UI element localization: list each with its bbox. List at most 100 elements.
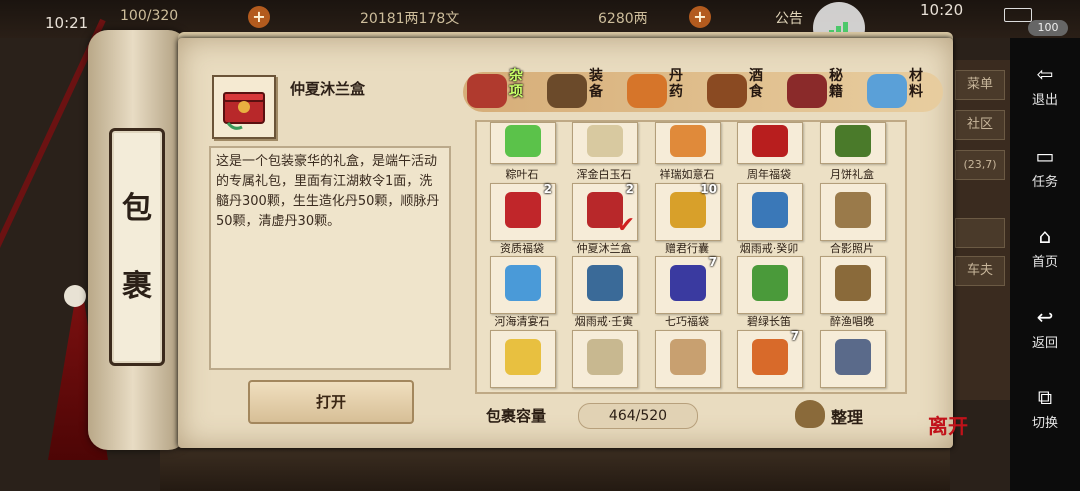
inventory-slot[interactable] <box>820 183 886 241</box>
white-jade-icon <box>587 125 623 157</box>
nav-tasks-label: 任务 <box>1031 175 1058 190</box>
inventory-slot[interactable] <box>655 330 721 388</box>
scroll-paper-icon <box>670 339 706 375</box>
stamina-plus-button[interactable]: + <box>248 6 270 28</box>
nav-exit[interactable]: ⇦ 退出 <box>1010 63 1080 108</box>
item-name-label: 浑金白玉石 <box>576 168 632 181</box>
nav-back[interactable]: ↩ 返回 <box>1010 306 1080 351</box>
back-icon: ↩ <box>1036 305 1054 329</box>
category-tab-4[interactable]: 酒食 <box>703 66 781 116</box>
inventory-slot[interactable] <box>820 122 886 164</box>
gold-coin-icon <box>505 339 541 375</box>
item-name-label: 碧绿长笛 <box>747 315 791 328</box>
inventory-slot[interactable] <box>820 330 886 388</box>
gold-plus-button[interactable]: + <box>689 6 711 28</box>
inventory-slot[interactable]: 2 ✔ <box>572 182 638 241</box>
equipment-weapon-icon <box>547 74 587 108</box>
wine-food-icon <box>707 74 747 108</box>
nav-home[interactable]: ⌂ 首页 <box>1010 225 1080 270</box>
money-value: 20181两178文 <box>360 11 460 27</box>
item-description: 这是一个包装豪华的礼盒，是端午活动的专属礼包，里面有江湖敕令1面，洗髓丹300颗… <box>216 154 440 229</box>
nav-exit-label: 退出 <box>1031 93 1058 108</box>
money-bag-icon <box>795 400 825 428</box>
item-name-label: 月饼礼盒 <box>830 168 874 181</box>
selected-item-name: 仲夏沐兰盒 <box>290 80 366 98</box>
orb-potion-icon <box>752 339 788 375</box>
gold-value: 6280两 <box>598 11 648 27</box>
category-tab-label: 材料 <box>909 68 923 100</box>
selected-check-icon: ✔ <box>616 213 635 238</box>
item-name-label: 资质福袋 <box>500 242 544 255</box>
book-icon <box>835 265 871 301</box>
misc-jar-icon <box>467 74 507 108</box>
bg-menu-tab[interactable]: 菜单 <box>955 70 1005 100</box>
selected-item-thumbnail <box>212 75 276 139</box>
bg-community-tab[interactable]: 社区 <box>955 110 1005 140</box>
category-tab-1[interactable]: 杂项 <box>463 66 541 116</box>
inventory-slot[interactable] <box>572 256 638 314</box>
inventory-title-plaque: 包 裹 <box>109 128 165 366</box>
category-tab-label: 丹药 <box>669 68 683 100</box>
dragon-ring-icon <box>587 265 623 301</box>
inventory-slot[interactable] <box>820 256 886 314</box>
inventory-slot[interactable] <box>490 256 556 314</box>
system-side-nav: ⇦ 退出 ▭ 任务 ⌂ 首页 ↩ 返回 ⧉ 切换 <box>1010 38 1080 491</box>
item-name-label: 醉渔唱晚 <box>830 315 874 328</box>
lucky-bag-icon <box>505 192 541 228</box>
battery-icon <box>1004 8 1032 22</box>
iron-key-icon <box>835 339 871 375</box>
category-tab-label: 装备 <box>589 68 603 100</box>
bg-tab-blank[interactable] <box>955 218 1005 248</box>
item-name-label: 粽叶石 <box>505 168 539 181</box>
bg-driver-tab[interactable]: 车夫 <box>955 256 1005 286</box>
item-name-label: 祥瑞如意石 <box>659 168 715 181</box>
item-name-label: 合影照片 <box>830 242 874 255</box>
category-tab-label: 秘籍 <box>829 68 843 100</box>
category-tab-6[interactable]: 材料 <box>863 66 941 116</box>
bg-coordinates: (23,7) <box>955 150 1005 180</box>
inventory-slot[interactable] <box>572 122 638 164</box>
announce-link[interactable]: 公告 <box>775 8 803 28</box>
item-name-label: 七巧福袋 <box>665 315 709 328</box>
category-tab-5[interactable]: 秘籍 <box>783 66 861 116</box>
inventory-slot[interactable] <box>490 330 556 388</box>
item-name-label: 河海清宴石 <box>494 315 550 328</box>
sort-button[interactable]: 整理 <box>795 400 875 430</box>
jade-ring-icon <box>752 192 788 228</box>
inventory-slot[interactable]: 7 <box>737 329 803 388</box>
item-count-badge: 7 <box>708 255 717 269</box>
category-tab-label: 杂项 <box>509 68 523 100</box>
green-crystal-icon <box>505 125 541 157</box>
open-button[interactable]: 打开 <box>248 380 414 424</box>
inventory-slot[interactable] <box>655 122 721 164</box>
inventory-slot[interactable]: 7 <box>655 255 721 314</box>
inventory-slot[interactable]: 2 <box>490 182 556 241</box>
nav-switch[interactable]: ⧉ 切换 <box>1010 386 1080 431</box>
home-icon: ⌂ <box>1038 224 1052 248</box>
flame-stone-icon <box>670 125 706 157</box>
gift-box-icon <box>223 92 265 130</box>
category-tab-2[interactable]: 装备 <box>543 66 621 116</box>
item-name-label: 周年福袋 <box>747 168 791 181</box>
tassel-bead <box>64 285 86 307</box>
status-time-right: 10:20 <box>920 1 964 19</box>
capacity-label: 包裹容量 <box>486 407 547 425</box>
capacity-value: 464/520 <box>578 403 698 429</box>
item-name-label: 烟雨戒·癸卯 <box>739 242 799 255</box>
inventory-slot[interactable] <box>572 330 638 388</box>
inventory-slot[interactable] <box>737 256 803 314</box>
nav-home-label: 首页 <box>1031 255 1058 270</box>
category-tab-3[interactable]: 丹药 <box>623 66 701 116</box>
inventory-slot[interactable] <box>737 183 803 241</box>
crystal-material-icon <box>867 74 907 108</box>
leave-button[interactable]: 离开 <box>928 410 974 456</box>
inventory-slot[interactable]: 10 <box>655 182 721 241</box>
inventory-slot[interactable] <box>490 122 556 164</box>
mooncake-box-icon <box>835 125 871 157</box>
inventory-slot[interactable] <box>737 122 803 164</box>
battery-percent: 100 <box>1028 20 1068 36</box>
tasks-icon: ▭ <box>1035 144 1055 168</box>
item-name-label: 赠君行囊 <box>665 242 709 255</box>
exit-icon: ⇦ <box>1036 62 1054 86</box>
nav-tasks[interactable]: ▭ 任务 <box>1010 145 1080 190</box>
